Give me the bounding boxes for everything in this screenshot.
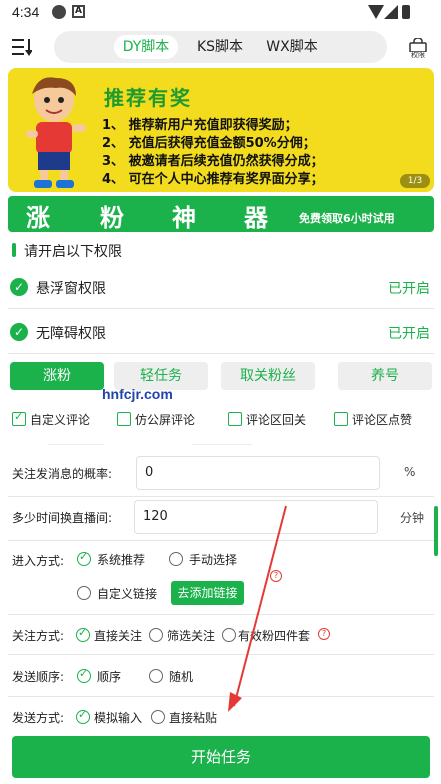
radio-custom-link[interactable] — [77, 586, 91, 600]
radio-direct-paste[interactable] — [151, 710, 165, 724]
minute-unit: 分钟 — [400, 511, 425, 525]
trial-text: 免费领取6小时试用 — [299, 212, 395, 225]
follow-label: 关注方式: — [12, 629, 65, 643]
mode-nurture[interactable]: 养号 — [338, 362, 432, 390]
title-char-4: 器 — [244, 204, 268, 232]
checkbox-label: 仿公屏评论 — [135, 413, 196, 427]
title-char-2: 粉 — [100, 204, 124, 232]
start-task-button[interactable]: 开始任务 — [12, 736, 430, 778]
alert-icon — [52, 5, 66, 19]
mode-grow-fans[interactable]: 涨粉 — [10, 362, 104, 390]
banner-line-3: 3、 被邀请者后续充值仍然获得分成； — [102, 154, 324, 169]
signal-icon — [384, 5, 398, 19]
checkbox-label: 评论区回关 — [246, 413, 307, 427]
radio-simulate-input[interactable] — [76, 708, 90, 724]
send-label: 发送方式: — [12, 711, 65, 725]
wifi-icon — [368, 5, 384, 19]
radio-label: 顺序 — [97, 670, 122, 684]
radio-label: 系统推荐 — [97, 553, 146, 567]
annotation-arrow — [228, 505, 287, 712]
permission-label-overlay: 悬浮窗权限 — [36, 281, 106, 297]
radio-order-random[interactable] — [149, 669, 163, 683]
permission-row-accessibility[interactable]: ✓ 无障碍权限 已开启 — [0, 309, 441, 353]
mode-unfollow[interactable]: 取关粉丝 — [221, 362, 315, 390]
permission-state-accessibility: 已开启 — [388, 326, 430, 342]
follow-prob-label: 关注发消息的概率: — [12, 467, 113, 481]
radio-label: 随机 — [169, 670, 194, 684]
banner-line-2: 2、 充值后获得充值金额50%分佣； — [102, 136, 316, 151]
checkbox-screen-comment[interactable] — [117, 412, 131, 426]
help-icon[interactable]: ? — [318, 628, 330, 640]
banner-title: 推荐有奖 — [104, 86, 192, 110]
banner-page-indicator: 1/3 — [400, 174, 430, 188]
title-char-1: 涨 — [26, 204, 50, 232]
scrollbar-thumb[interactable] — [434, 506, 438, 556]
radio-label: 直接关注 — [94, 629, 143, 643]
radio-label: 直接粘贴 — [169, 711, 218, 725]
script-tabs: DY脚本 KS脚本 WX脚本 — [54, 31, 387, 63]
divider — [8, 353, 434, 354]
percent-unit: % — [404, 465, 416, 479]
title-bar: 涨 粉 神 器 免费领取6小时试用 — [8, 196, 434, 232]
check-icon: ✓ — [10, 323, 28, 341]
divider — [8, 496, 434, 497]
menu-icon[interactable] — [12, 38, 32, 56]
divider — [48, 444, 104, 445]
status-time: 4:34 — [12, 4, 40, 20]
radio-direct-follow[interactable] — [76, 626, 90, 642]
radio-label: 筛选关注 — [167, 629, 216, 643]
checkbox-label: 自定义评论 — [30, 413, 91, 427]
banner-line-1: 1、 推荐新用户充值即获得奖励； — [102, 118, 298, 133]
checkbox-comment-like[interactable] — [334, 412, 348, 426]
tab-wx[interactable]: WX脚本 — [260, 35, 324, 59]
app-a-icon: A — [72, 5, 85, 18]
follow-prob-input[interactable]: 0 — [136, 456, 380, 490]
checkbox-label: 评论区点赞 — [352, 413, 413, 427]
check-icon: ✓ — [10, 278, 28, 296]
enter-label: 进入方式: — [12, 554, 65, 568]
checkbox-comment-followback[interactable] — [228, 412, 242, 426]
boy-illustration — [26, 77, 86, 188]
permission-row-overlay[interactable]: ✓ 悬浮窗权限 已开启 — [0, 264, 441, 308]
permission-label-accessibility: 无障碍权限 — [36, 326, 106, 342]
radio-label: 模拟输入 — [94, 711, 143, 725]
promo-banner[interactable]: 推荐有奖 1、 推荐新用户充值即获得奖励； 2、 充值后获得充值金额50%分佣；… — [8, 68, 434, 192]
tab-dy[interactable]: DY脚本 — [114, 35, 178, 59]
radio-filter-follow[interactable] — [149, 628, 163, 642]
radio-system-recommend[interactable] — [77, 550, 91, 566]
checkbox-custom-comment[interactable] — [12, 410, 26, 426]
watermark: hnfcjr.com — [102, 386, 173, 402]
order-label: 发送顺序: — [12, 670, 65, 684]
permission-label[interactable]: 权限 — [405, 50, 431, 60]
battery-icon — [402, 5, 410, 19]
radio-manual-select[interactable] — [169, 552, 183, 566]
tab-ks[interactable]: KS脚本 — [190, 35, 250, 59]
status-bar: 4:34 A — [0, 0, 441, 26]
radio-order-sequential[interactable] — [77, 667, 91, 683]
permissions-title: 请开启以下权限 — [24, 244, 122, 260]
permission-state-overlay: 已开启 — [388, 281, 430, 297]
section-marker — [12, 243, 16, 257]
divider — [192, 444, 252, 445]
switch-room-label: 多少时间换直播间: — [12, 511, 113, 525]
radio-label: 自定义链接 — [97, 587, 158, 601]
title-char-3: 神 — [172, 204, 196, 232]
banner-line-4: 4、 可在个人中心推荐有奖界面分享； — [102, 172, 324, 187]
